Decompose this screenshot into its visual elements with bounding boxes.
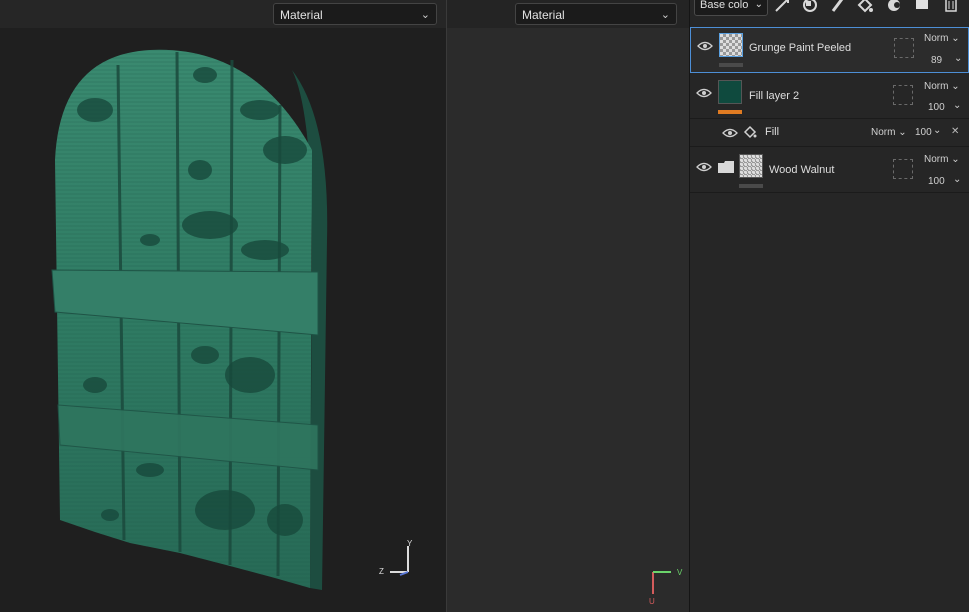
folder-icon [718,161,734,173]
layer-name: Fill layer 2 [749,90,800,102]
visibility-eye-icon[interactable] [697,41,713,51]
material-dropdown-2d[interactable]: Material ⌄ [515,3,677,25]
axis-z-label: Z [379,567,384,576]
channel-select-value: Base colo [700,0,749,11]
axis-y-label: Y [407,539,413,548]
layer-name: Wood Walnut [769,164,835,176]
chevron-down-icon[interactable]: ⌄ [953,100,961,111]
channel-select[interactable]: Base colo ⌄ [694,0,768,16]
layers-panel: Base colo ⌄ Grunge Paint Peeled Norm ⌄ 8… [690,0,969,612]
layer-row-fill2[interactable]: Fill layer 2 Norm ⌄ 100 ⌄ [690,73,969,119]
paint-icon[interactable] [829,0,847,14]
chevron-down-icon[interactable]: ⌄ [933,125,941,136]
layer-color-bar [739,184,763,188]
layer-thumbnail [739,154,763,178]
opacity-value[interactable]: 100 [915,127,932,138]
add-effect-icon[interactable] [774,0,792,14]
viewport-2d[interactable]: Material ⌄ V U [447,0,689,612]
layer-mask-slot[interactable] [893,85,913,105]
add-mask-icon[interactable] [801,0,819,14]
blend-mode-select[interactable]: Norm ⌄ [924,33,960,44]
blend-mode-value: Norm [871,127,896,138]
delete-icon[interactable] [942,0,960,14]
door-3d-model[interactable] [0,0,446,612]
visibility-eye-icon[interactable] [722,128,738,138]
effect-name: Fill [765,126,780,138]
layer-row-wood-walnut[interactable]: Wood Walnut Norm ⌄ 100 ⌄ [690,147,969,193]
smart-material-icon[interactable] [885,0,903,14]
chevron-down-icon[interactable]: ⌄ [953,174,961,185]
blend-mode-select[interactable]: Norm ⌄ [871,127,907,138]
visibility-eye-icon[interactable] [696,88,712,98]
chevron-down-icon[interactable]: ⌄ [954,53,962,64]
chevron-down-icon: ⌄ [660,9,670,21]
opacity-value[interactable]: 100 [928,176,945,187]
blend-mode-value: Norm [924,81,949,92]
axis-u-label: U [649,597,655,606]
blend-mode-value: Norm [924,33,949,44]
fill-bucket-icon [743,125,757,139]
material-dropdown-label: Material [522,8,565,22]
layer-thumbnail [718,80,742,104]
blend-mode-select[interactable]: Norm ⌄ [924,81,960,92]
layer-name: Grunge Paint Peeled [749,42,852,54]
axis-v-label: V [677,568,683,577]
layer-mask-slot[interactable] [894,38,914,58]
layer-thumbnail [719,33,743,57]
remove-effect-icon[interactable]: ✕ [951,126,959,137]
opacity-value[interactable]: 100 [928,102,945,113]
effect-row-fill[interactable]: Fill Norm ⌄ 100 ⌄ ✕ [690,119,969,147]
chevron-down-icon: ⌄ [754,0,763,10]
opacity-value[interactable]: 89 [931,55,942,66]
visibility-eye-icon[interactable] [696,162,712,172]
layers-toolbar: Base colo ⌄ [690,0,969,18]
layer-mask-slot[interactable] [893,159,913,179]
folder-icon[interactable] [913,0,931,14]
viewport-3d[interactable]: Material ⌄ Y Z [0,0,446,612]
fill-icon[interactable] [856,0,874,14]
blend-mode-select[interactable]: Norm ⌄ [924,154,960,165]
layer-color-bar [719,63,743,67]
blend-mode-value: Norm [924,154,949,165]
layer-color-bar [718,110,742,114]
layer-row-grunge[interactable]: Grunge Paint Peeled Norm ⌄ 89 ⌄ [690,27,969,73]
